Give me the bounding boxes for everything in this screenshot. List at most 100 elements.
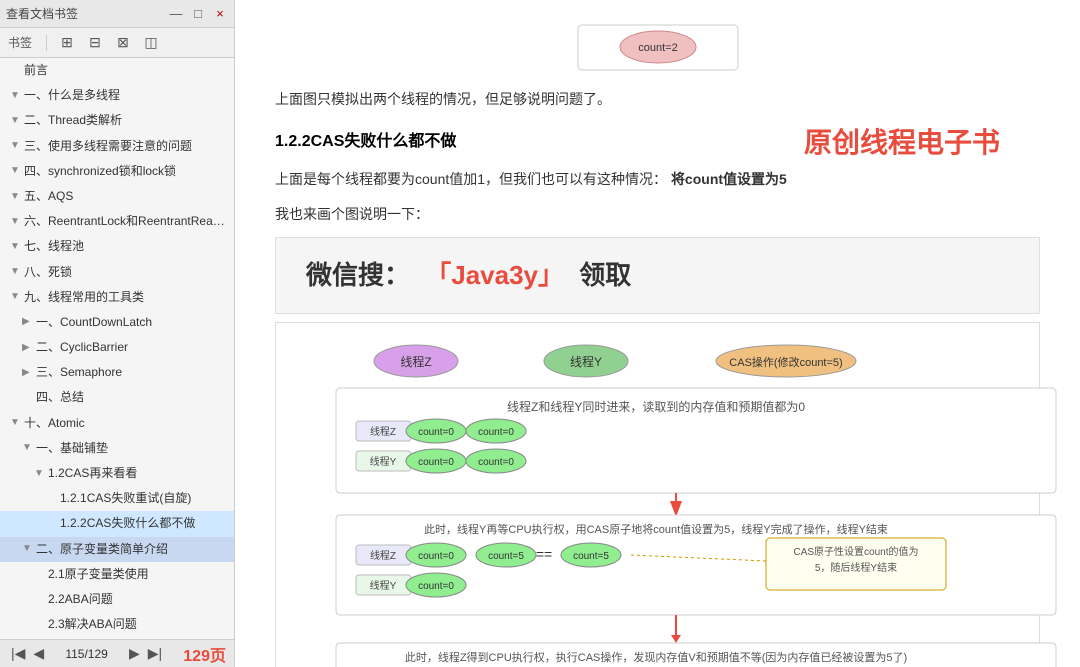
toc-toggle-6[interactable]: ▼	[10, 214, 24, 230]
content-area: count=2 上面图只模拟出两个线程的情况，但足够说明问题了。 1.2.2CA…	[235, 0, 1080, 667]
svg-text:count=5: count=5	[573, 551, 609, 562]
para-1: 上面是每个线程都要为count值加1，但我们也可以有这种情况： 将count值设…	[275, 167, 1040, 192]
next-page-button[interactable]: ▶	[126, 645, 143, 662]
toc-item-19[interactable]: ▼二、原子变量类简单介绍	[0, 537, 234, 562]
toc-item-1[interactable]: ▼一、什么是多线程	[0, 83, 234, 108]
toc-label-21: 2.2ABA问题	[48, 590, 226, 609]
left-panel: 查看文档书签 — □ × 书签 ⊞ ⊟ ⊠ ◫ 前言▼一、什么是多线程▼二、Th…	[0, 0, 235, 667]
toc-item-17[interactable]: 1.2.1CAS失败重试(自旋)	[0, 486, 234, 511]
svg-text:count=2: count=2	[638, 42, 677, 54]
minimize-button[interactable]: —	[168, 6, 184, 22]
bottom-navigation-bar: |◀ ◀ 115/129 ▶ ▶| 129页	[0, 639, 234, 667]
intro-text: 上面图只模拟出两个线程的情况，但足够说明问题了。	[275, 87, 1040, 112]
expand-all-button[interactable]: ⊞	[57, 33, 77, 53]
toc-label-5: 五、AQS	[24, 187, 226, 206]
prev-page-button[interactable]: ◀	[30, 645, 47, 662]
toc-label-14: 十、Atomic	[24, 414, 226, 433]
toc-item-11[interactable]: ▶二、CyclicBarrier	[0, 335, 234, 360]
toc-toggle-9[interactable]: ▼	[10, 289, 24, 305]
toc-item-20[interactable]: 2.1原子变量类使用	[0, 562, 234, 587]
toc-label-7: 七、线程池	[24, 237, 226, 256]
svg-text:CAS操作(修改count=5): CAS操作(修改count=5)	[729, 355, 842, 369]
total-pages: 129	[88, 647, 108, 661]
toc-item-4[interactable]: ▼四、synchronized锁和lock锁	[0, 159, 234, 184]
toolbar-top: 查看文档书签 — □ ×	[0, 0, 234, 28]
svg-text:CAS原子性设置count的值为: CAS原子性设置count的值为	[793, 545, 918, 558]
toc-item-12[interactable]: ▶三、Semaphore	[0, 360, 234, 385]
toc-label-2: 二、Thread类解析	[24, 111, 226, 130]
svg-text:线程Z和线程Y同时进来，读取到的内存值和预期值都为0: 线程Z和线程Y同时进来，读取到的内存值和预期值都为0	[507, 399, 805, 414]
toc-item-13[interactable]: 四、总结	[0, 385, 234, 410]
toc-item-0[interactable]: 前言	[0, 58, 234, 83]
toc-label-0: 前言	[24, 61, 226, 80]
toc-item-14[interactable]: ▼十、Atomic	[0, 411, 234, 436]
wechat-suffix: 领取	[579, 260, 631, 290]
heading-area: 1.2.2CAS失败什么都不做 原创线程电子书	[275, 128, 1040, 157]
toc-label-8: 八、死锁	[24, 263, 226, 282]
toolbar-title-area: 查看文档书签	[6, 5, 78, 22]
close-button[interactable]: ×	[212, 6, 228, 22]
svg-text:count=0: count=0	[418, 551, 454, 562]
top-diagram-area: count=2	[275, 20, 1040, 75]
main-diagram-area: 线程Z 线程Y CAS操作(修改count=5) 线程Z和线程Y同时进来，读取到…	[275, 322, 1040, 667]
delete-bookmark-button[interactable]: ⊠	[113, 33, 133, 53]
page-info: 115/129	[65, 647, 108, 661]
toc-item-21[interactable]: 2.2ABA问题	[0, 587, 234, 612]
toc-label-1: 一、什么是多线程	[24, 86, 226, 105]
main-diagram-svg: 线程Z 线程Y CAS操作(修改count=5) 线程Z和线程Y同时进来，读取到…	[286, 333, 1080, 667]
toc-toggle-12[interactable]: ▶	[22, 365, 36, 381]
toc-item-10[interactable]: ▶一、CountDownLatch	[0, 310, 234, 335]
toc-toggle-2[interactable]: ▼	[10, 113, 24, 129]
toc-label-15: 一、基础铺垫	[36, 439, 226, 458]
toc-item-22[interactable]: 2.3解决ABA问题	[0, 612, 234, 637]
toc-toggle-15[interactable]: ▼	[22, 440, 36, 456]
toc-item-6[interactable]: ▼六、ReentrantLock和ReentrantReadW...	[0, 209, 234, 234]
toc-item-18[interactable]: 1.2.2CAS失败什么都不做	[0, 511, 234, 536]
toc-toggle-19[interactable]: ▼	[22, 541, 36, 557]
toc-label-13: 四、总结	[36, 388, 226, 407]
toc-item-9[interactable]: ▼九、线程常用的工具类	[0, 285, 234, 310]
toc-toggle-5[interactable]: ▼	[10, 189, 24, 205]
toc-label-17: 1.2.1CAS失败重试(自旋)	[60, 489, 226, 508]
toc-toggle-4[interactable]: ▼	[10, 163, 24, 179]
svg-text:线程Z: 线程Z	[370, 549, 396, 562]
toc-label-16: 1.2CAS再来看看	[48, 464, 226, 483]
toc-item-15[interactable]: ▼一、基础铺垫	[0, 436, 234, 461]
toc-toggle-1[interactable]: ▼	[10, 88, 24, 104]
collapse-all-button[interactable]: ⊟	[85, 33, 105, 53]
window-title-label: 查看文档书签	[6, 5, 78, 22]
top-diagram-svg: count=2	[518, 20, 798, 75]
toc-label-11: 二、CyclicBarrier	[36, 338, 226, 357]
toc-toggle-8[interactable]: ▼	[10, 264, 24, 280]
toc-item-2[interactable]: ▼二、Thread类解析	[0, 108, 234, 133]
svg-text:线程Y: 线程Y	[370, 455, 397, 468]
svg-text:线程Z: 线程Z	[370, 425, 396, 438]
first-page-button[interactable]: |◀	[8, 645, 28, 662]
total-pages-display: 129页	[183, 642, 226, 666]
svg-text:线程Z: 线程Z	[400, 354, 431, 369]
page-count-label: 129页	[183, 648, 226, 665]
toc-item-5[interactable]: ▼五、AQS	[0, 184, 234, 209]
toc-item-16[interactable]: ▼1.2CAS再来看看	[0, 461, 234, 486]
toc-toggle-3[interactable]: ▼	[10, 138, 24, 154]
svg-text:count=0: count=0	[478, 427, 514, 438]
toc-toggle-14[interactable]: ▼	[10, 415, 24, 431]
svg-text:5，随后线程Y结束: 5，随后线程Y结束	[815, 561, 897, 574]
last-page-button[interactable]: ▶|	[145, 645, 165, 662]
maximize-button[interactable]: □	[190, 6, 206, 22]
toc-label-19: 二、原子变量类简单介绍	[36, 540, 226, 559]
toc-toggle-11[interactable]: ▶	[22, 340, 36, 356]
window-controls: — □ ×	[168, 6, 228, 22]
toc-toggle-16[interactable]: ▼	[34, 466, 48, 482]
toc-toggle-7[interactable]: ▼	[10, 239, 24, 255]
toc-item-7[interactable]: ▼七、线程池	[0, 234, 234, 259]
toc-label-20: 2.1原子变量类使用	[48, 565, 226, 584]
split-view-button[interactable]: ◫	[141, 33, 161, 53]
toc-item-3[interactable]: ▼三、使用多线程需要注意的问题	[0, 134, 234, 159]
toc-toggle-10[interactable]: ▶	[22, 314, 36, 330]
wechat-id: 「Java3y」	[425, 260, 564, 290]
toc-item-8[interactable]: ▼八、死锁	[0, 260, 234, 285]
svg-text:此时，线程Z得到CPU执行权，执行CAS操作，发现内存值V和: 此时，线程Z得到CPU执行权，执行CAS操作，发现内存值V和预期值不等(因为内存…	[405, 650, 907, 664]
right-panel: count=2 上面图只模拟出两个线程的情况，但足够说明问题了。 1.2.2CA…	[235, 0, 1080, 667]
toolbar-icons-bar: 书签 ⊞ ⊟ ⊠ ◫	[0, 28, 234, 58]
